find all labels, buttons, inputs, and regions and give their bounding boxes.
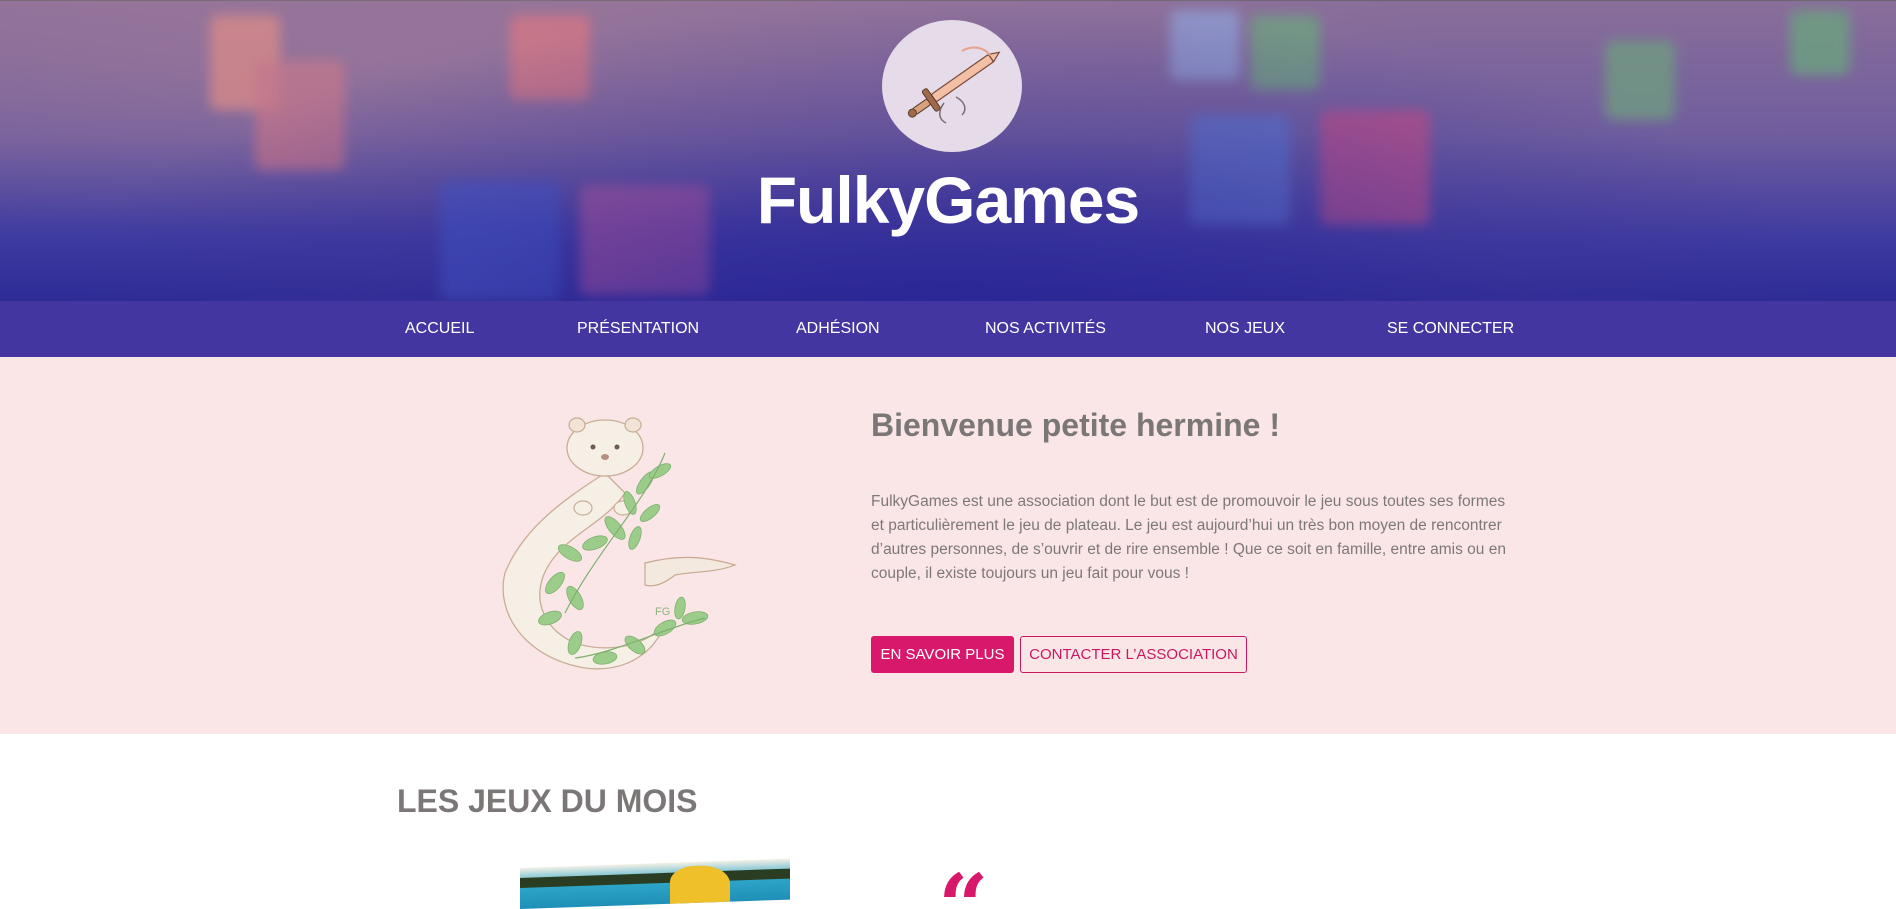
game-box-strip bbox=[520, 868, 790, 888]
welcome-section: FG Bienvenue petite hermine ! FulkyGames… bbox=[0, 357, 1896, 734]
mascot-initials: FG bbox=[655, 606, 670, 618]
contact-association-button[interactable]: CONTACTER L’ASSOCIATION bbox=[1020, 636, 1247, 673]
learn-more-button[interactable]: EN SAVOIR PLUS bbox=[871, 636, 1014, 673]
nav-item-accueil[interactable]: ACCUEIL bbox=[405, 301, 474, 357]
nav-item-nos-jeux[interactable]: NOS JEUX bbox=[1205, 301, 1285, 357]
site-logo[interactable] bbox=[882, 20, 1022, 152]
main-navigation: ACCUEIL PRÉSENTATION ADHÉSION NOS ACTIVI… bbox=[0, 301, 1896, 357]
games-of-month-title: LES JEUX DU MOIS bbox=[397, 783, 698, 819]
quote-icon: “ bbox=[938, 862, 989, 909]
game-box-image[interactable] bbox=[520, 858, 790, 909]
nav-item-adhesion[interactable]: ADHÉSION bbox=[796, 301, 880, 357]
nav-item-presentation[interactable]: PRÉSENTATION bbox=[577, 301, 699, 357]
welcome-title: Bienvenue petite hermine ! bbox=[871, 407, 1280, 443]
sword-icon bbox=[907, 46, 1001, 124]
nav-item-nos-activites[interactable]: NOS ACTIVITÉS bbox=[985, 301, 1106, 357]
ermine-mascot-icon: FG bbox=[502, 417, 737, 670]
hero-banner: FulkyGames bbox=[0, 0, 1896, 301]
nav-item-se-connecter[interactable]: SE CONNECTER bbox=[1387, 301, 1514, 357]
game-box-title-art bbox=[670, 864, 730, 905]
welcome-description: FulkyGames est une association dont le b… bbox=[871, 493, 1506, 582]
site-title: FulkyGames bbox=[756, 163, 1141, 237]
